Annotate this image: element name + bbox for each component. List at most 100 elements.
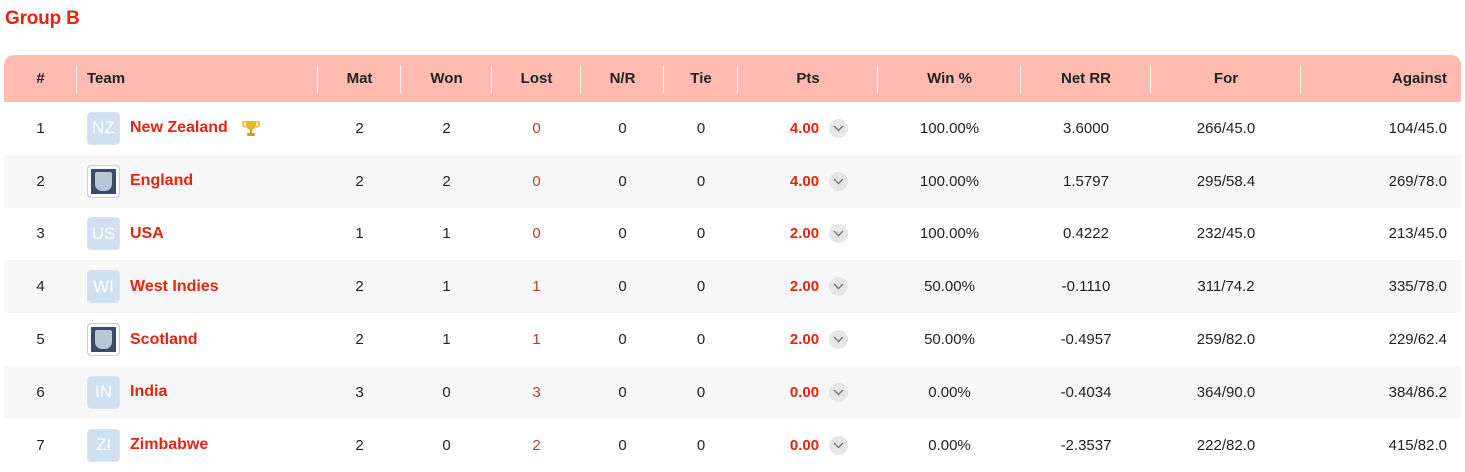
pos-cell: 2: [4, 154, 77, 208]
mat-cell: 2: [355, 119, 364, 137]
pts-cell: 4.00: [738, 154, 878, 208]
net-rr-cell: 3.6000: [1063, 119, 1109, 137]
win-pct-cell: 0.00%: [928, 436, 971, 454]
col-header-won[interactable]: Won: [401, 55, 492, 102]
team-name-link[interactable]: India: [130, 383, 167, 401]
pos-cell: 6: [4, 365, 77, 419]
position-value: 2: [36, 172, 45, 190]
col-header-pts[interactable]: Pts: [738, 55, 878, 102]
table-row: 5 Scotland 2 1 1 0 0 2.00 50.00% -0.4957…: [4, 313, 1461, 366]
col-header-team[interactable]: Team: [77, 55, 318, 102]
mat-cell: 2: [318, 260, 401, 314]
pos-cell: 7: [4, 419, 77, 472]
nr-cell: 0: [618, 436, 627, 454]
col-header-win-pct[interactable]: Win %: [878, 55, 1021, 102]
nr-cell: 0: [618, 119, 627, 137]
team-flag-icon: US: [87, 217, 120, 251]
team-cell: Scotland: [77, 313, 318, 366]
team-name-link[interactable]: West Indies: [130, 278, 219, 296]
table-row: 6 IN India 3 0 3 0 0 0.00 0.00% -0.4034 …: [4, 365, 1461, 419]
chevron-down-icon[interactable]: [829, 171, 849, 191]
won-cell: 0: [442, 436, 451, 454]
col-header-against[interactable]: Against: [1301, 55, 1461, 102]
win-pct-cell: 50.00%: [878, 260, 1021, 314]
points-value: 4.00: [789, 172, 820, 190]
net-rr-cell: -2.3537: [1060, 436, 1112, 454]
nr-cell: 0: [581, 260, 664, 314]
team-cell: ZI Zimbabwe: [77, 419, 318, 472]
tie-cell: 0: [696, 119, 706, 137]
team-name-link[interactable]: New Zealand: [130, 119, 228, 137]
mat-cell: 1: [355, 225, 364, 243]
standings-table: # Team Mat Won Lost N/R Tie Pts Win % Ne…: [4, 55, 1461, 472]
win-pct-cell: 100.00%: [878, 154, 1021, 208]
points-value: 2.00: [789, 278, 820, 296]
team-cell: NZ New Zealand: [77, 102, 318, 155]
team-name-link[interactable]: Zimbabwe: [130, 436, 208, 454]
col-header-for[interactable]: For: [1151, 55, 1301, 102]
pts-cell: 2.00: [738, 260, 878, 314]
team-name-link[interactable]: USA: [130, 225, 164, 243]
won-cell: 2: [401, 154, 492, 208]
points-value: 0.00: [789, 436, 820, 454]
team-crest-icon: [87, 164, 120, 198]
net-rr-cell: 0.4222: [1063, 225, 1109, 243]
points-value: 2.00: [789, 225, 820, 243]
team-flag-icon: WI: [87, 270, 120, 304]
chevron-down-icon[interactable]: [829, 330, 849, 350]
team-crest-icon: [87, 323, 120, 357]
for-cell: 222/82.0: [1196, 436, 1256, 454]
pts-cell: 4.00: [738, 102, 878, 155]
chevron-down-icon[interactable]: [829, 277, 849, 297]
pos-cell: 4: [4, 260, 77, 314]
tie-cell: 0: [696, 436, 706, 454]
team-name-link[interactable]: England: [130, 172, 193, 190]
col-header-pos[interactable]: #: [4, 55, 77, 102]
team-cell: England: [77, 154, 318, 208]
col-header-tie[interactable]: Tie: [664, 55, 738, 102]
won-cell: 0: [401, 365, 492, 419]
against-cell: 104/45.0: [1388, 119, 1447, 137]
mat-cell: 2: [355, 436, 364, 454]
team-flag-icon: ZI: [87, 428, 120, 462]
col-header-lost[interactable]: Lost: [492, 55, 581, 102]
lost-cell: 1: [532, 331, 541, 349]
for-cell: 295/58.4: [1151, 154, 1301, 208]
net-rr-cell: 1.5797: [1021, 154, 1151, 208]
win-pct-cell: 50.00%: [924, 331, 975, 349]
team-flag-icon: IN: [87, 375, 120, 409]
chevron-down-icon[interactable]: [829, 224, 849, 244]
mat-cell: 2: [318, 154, 401, 208]
nr-cell: 0: [618, 225, 627, 243]
against-cell: 415/82.0: [1388, 436, 1447, 454]
against-cell: 335/78.0: [1301, 260, 1461, 314]
won-cell: 2: [442, 119, 451, 137]
mat-cell: 3: [318, 365, 401, 419]
won-cell: 1: [442, 331, 451, 349]
pts-cell: 0.00: [738, 365, 878, 419]
mat-cell: 2: [355, 331, 364, 349]
against-cell: 213/45.0: [1388, 225, 1447, 243]
col-header-net-rr[interactable]: Net RR: [1021, 55, 1151, 102]
for-cell: 311/74.2: [1151, 260, 1301, 314]
points-value: 2.00: [789, 331, 820, 349]
against-cell: 384/86.2: [1301, 365, 1461, 419]
for-cell: 364/90.0: [1151, 365, 1301, 419]
for-cell: 266/45.0: [1196, 119, 1256, 137]
nr-cell: 0: [581, 365, 664, 419]
nr-cell: 0: [581, 154, 664, 208]
col-header-nr[interactable]: N/R: [581, 55, 664, 102]
lost-cell: 2: [532, 436, 541, 454]
standings-body: 1 NZ New Zealand 2 2 0 0 0 4.00 100.00% …: [4, 102, 1461, 472]
lost-cell: 0: [492, 154, 581, 208]
won-cell: 1: [401, 260, 492, 314]
team-name-link[interactable]: Scotland: [130, 331, 198, 349]
col-header-mat[interactable]: Mat: [318, 55, 401, 102]
team-cell: WI West Indies: [77, 260, 318, 314]
lost-cell: 0: [532, 119, 541, 137]
chevron-down-icon[interactable]: [829, 382, 849, 402]
chevron-down-icon[interactable]: [829, 435, 849, 455]
nr-cell: 0: [618, 331, 627, 349]
pts-cell: 2.00: [738, 313, 878, 366]
chevron-down-icon[interactable]: [829, 118, 849, 138]
